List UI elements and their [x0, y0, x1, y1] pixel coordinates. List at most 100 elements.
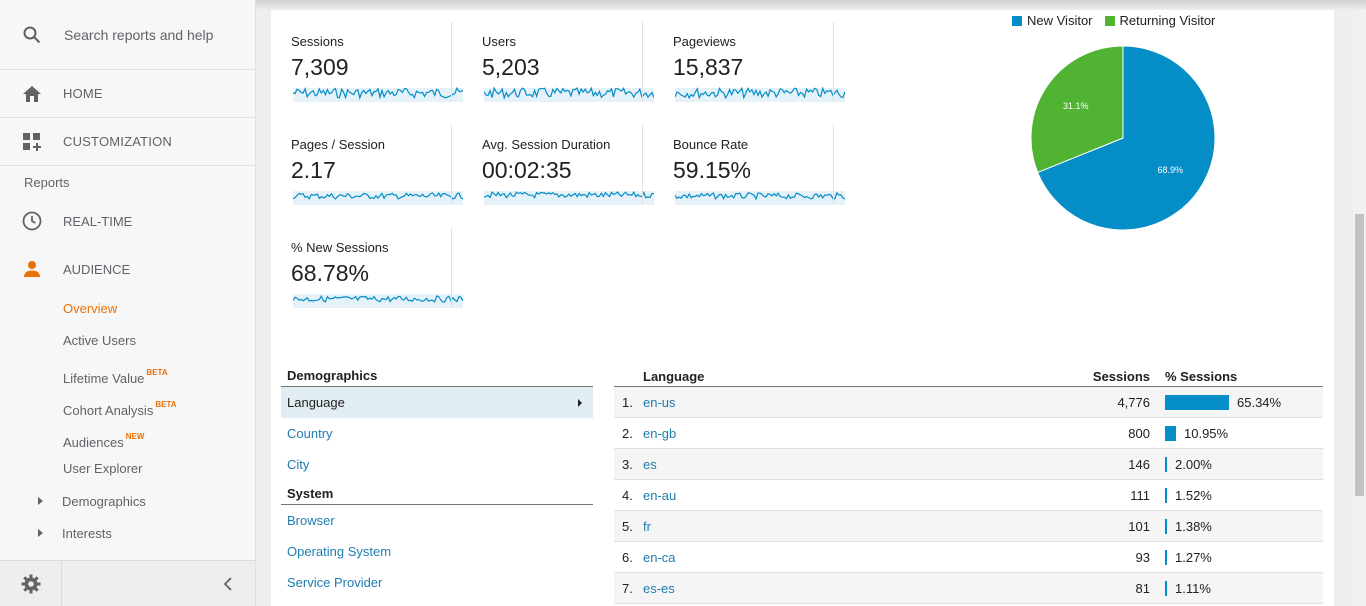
nav-home-label: HOME: [63, 86, 103, 101]
language-link[interactable]: en-ca: [643, 550, 676, 565]
new-badge: NEW: [125, 432, 145, 441]
language-link[interactable]: es-es: [643, 581, 675, 596]
nav-realtime-label: REAL-TIME: [63, 213, 133, 229]
nav-lifetime-value[interactable]: Lifetime Value BETA: [0, 357, 255, 389]
header-language: Language: [643, 369, 705, 384]
nav-interests-label: Interests: [62, 525, 112, 541]
nav-realtime[interactable]: REAL-TIME: [0, 197, 255, 245]
pie-label-returning-visitor: 31.1%: [1063, 101, 1089, 111]
table-row[interactable]: 3. es 146 2.00%: [614, 449, 1323, 480]
table-row[interactable]: 7. es-es 81 1.11%: [614, 573, 1323, 604]
nav-demographics[interactable]: Demographics: [0, 485, 255, 517]
metric-name: Bounce Rate: [673, 137, 749, 152]
metric-name: Pageviews: [673, 34, 736, 49]
demo-item-language[interactable]: Language: [281, 387, 593, 418]
nav-audience[interactable]: AUDIENCE: [0, 245, 255, 293]
row-number: 4.: [622, 488, 633, 503]
nav-lifetime-value-label: Lifetime Value: [63, 371, 145, 386]
sessions-share-bar: [1165, 426, 1176, 441]
demo-item-browser[interactable]: Browser: [281, 505, 593, 536]
legend-swatch: [1104, 15, 1115, 26]
beta-badge: BETA: [146, 368, 168, 377]
table-row[interactable]: 4. en-au 111 1.52%: [614, 480, 1323, 511]
table-row[interactable]: 1. en-us 4,776 65.34%: [614, 387, 1323, 418]
nav-user-explorer[interactable]: User Explorer: [0, 453, 255, 485]
nav-audiences[interactable]: Audiences NEW: [0, 421, 255, 453]
legend-swatch: [1012, 15, 1022, 26]
sparkline: [293, 86, 463, 102]
expand-triangle-icon: [38, 529, 43, 537]
demo-item-country[interactable]: Country: [281, 418, 593, 449]
pct-sessions-value: 2.00%: [1175, 457, 1212, 472]
demo-item-label: Language: [287, 395, 345, 410]
sessions-value: 800: [1128, 426, 1150, 441]
language-link[interactable]: en-au: [643, 488, 676, 503]
sessions-value: 111: [1130, 488, 1150, 503]
row-number: 3.: [622, 457, 633, 472]
metric-pages-per-session[interactable]: Pages / Session 2.17: [271, 113, 463, 217]
demographics-nav: Demographics Language Country City Syste…: [281, 365, 593, 598]
nav-cohort-analysis-label: Cohort Analysis: [63, 403, 154, 418]
metric-pageviews[interactable]: Pageviews 15,837: [653, 10, 845, 114]
metric-sessions[interactable]: Sessions 7,309: [271, 10, 463, 114]
table-header: Language Sessions % Sessions: [614, 365, 1323, 387]
sessions-share-bar: [1165, 488, 1167, 503]
chevron-left-icon: [223, 576, 232, 591]
nav-active-users[interactable]: Active Users: [0, 325, 255, 357]
nav-audiences-label: Audiences: [63, 435, 124, 450]
demo-item-service-provider[interactable]: Service Provider: [281, 567, 593, 598]
nav-interests[interactable]: Interests: [0, 517, 255, 549]
metric-value: 59.15%: [673, 157, 752, 183]
reports-heading: Reports: [24, 175, 70, 190]
sessions-share-bar: [1165, 550, 1167, 565]
legend-item-returning-visitor[interactable]: Returning Visitor: [1104, 13, 1215, 28]
sparkline: [675, 86, 845, 102]
table-row[interactable]: 5. fr 101 1.38%: [614, 511, 1323, 542]
demo-item-operating-system[interactable]: Operating System: [281, 536, 593, 567]
nav-home[interactable]: HOME: [0, 70, 255, 118]
metric-bounce-rate[interactable]: Bounce Rate 59.15%: [653, 113, 845, 217]
pct-sessions-value: 1.52%: [1175, 488, 1212, 503]
legend-item-new-visitor[interactable]: New Visitor: [1012, 13, 1093, 28]
demo-item-city[interactable]: City: [281, 449, 593, 480]
sparkline: [484, 86, 654, 102]
table-row[interactable]: 2. en-gb 800 10.95%: [614, 418, 1323, 449]
sessions-share-bar: [1165, 395, 1229, 410]
metric-name: % New Sessions: [291, 240, 389, 255]
nav-audience-label: AUDIENCE: [63, 261, 131, 277]
dashboard-add-icon: [22, 132, 42, 152]
language-link[interactable]: en-gb: [643, 426, 676, 441]
language-link[interactable]: es: [643, 457, 657, 472]
header-sessions: Sessions: [1092, 369, 1150, 384]
nav-overview[interactable]: Overview: [0, 293, 255, 325]
search-box[interactable]: Search reports and help: [0, 0, 255, 70]
pie-label-new-visitor: 68.9%: [1158, 165, 1184, 175]
scrollbar-thumb[interactable]: [1355, 214, 1364, 496]
collapse-sidebar-button[interactable]: [62, 561, 255, 606]
legend-label: New Visitor: [1027, 13, 1093, 28]
sparkline: [484, 190, 654, 205]
system-heading: System: [281, 483, 593, 505]
search-placeholder: Search reports and help: [64, 26, 214, 43]
nav-cohort-analysis[interactable]: Cohort Analysis BETA: [0, 389, 255, 421]
table-row[interactable]: 6. en-ca 93 1.27%: [614, 542, 1323, 573]
top-shadow: [256, 0, 1366, 10]
metric-value: 2.17: [291, 157, 336, 183]
language-link[interactable]: en-us: [643, 395, 676, 410]
sparkline: [675, 191, 845, 205]
nav-customization[interactable]: CUSTOMIZATION: [0, 118, 255, 166]
admin-gear-button[interactable]: [0, 561, 62, 606]
metric-new-sessions[interactable]: % New Sessions 68.78%: [271, 216, 463, 320]
metric-users[interactable]: Users 5,203: [462, 10, 654, 114]
sessions-value: 93: [1135, 550, 1150, 565]
pct-sessions-value: 65.34%: [1237, 395, 1282, 410]
metric-value: 7,309: [291, 54, 349, 80]
metric-name: Sessions: [291, 34, 344, 49]
row-number: 2.: [622, 426, 633, 441]
sessions-value: 101: [1128, 519, 1150, 534]
metric-avg-session-duration[interactable]: Avg. Session Duration 00:02:35: [462, 113, 654, 217]
sparkline: [293, 294, 463, 308]
metric-value: 68.78%: [291, 260, 370, 286]
language-table: Language Sessions % Sessions 1. en-us 4,77…: [614, 365, 1323, 604]
language-link[interactable]: fr: [643, 519, 651, 534]
